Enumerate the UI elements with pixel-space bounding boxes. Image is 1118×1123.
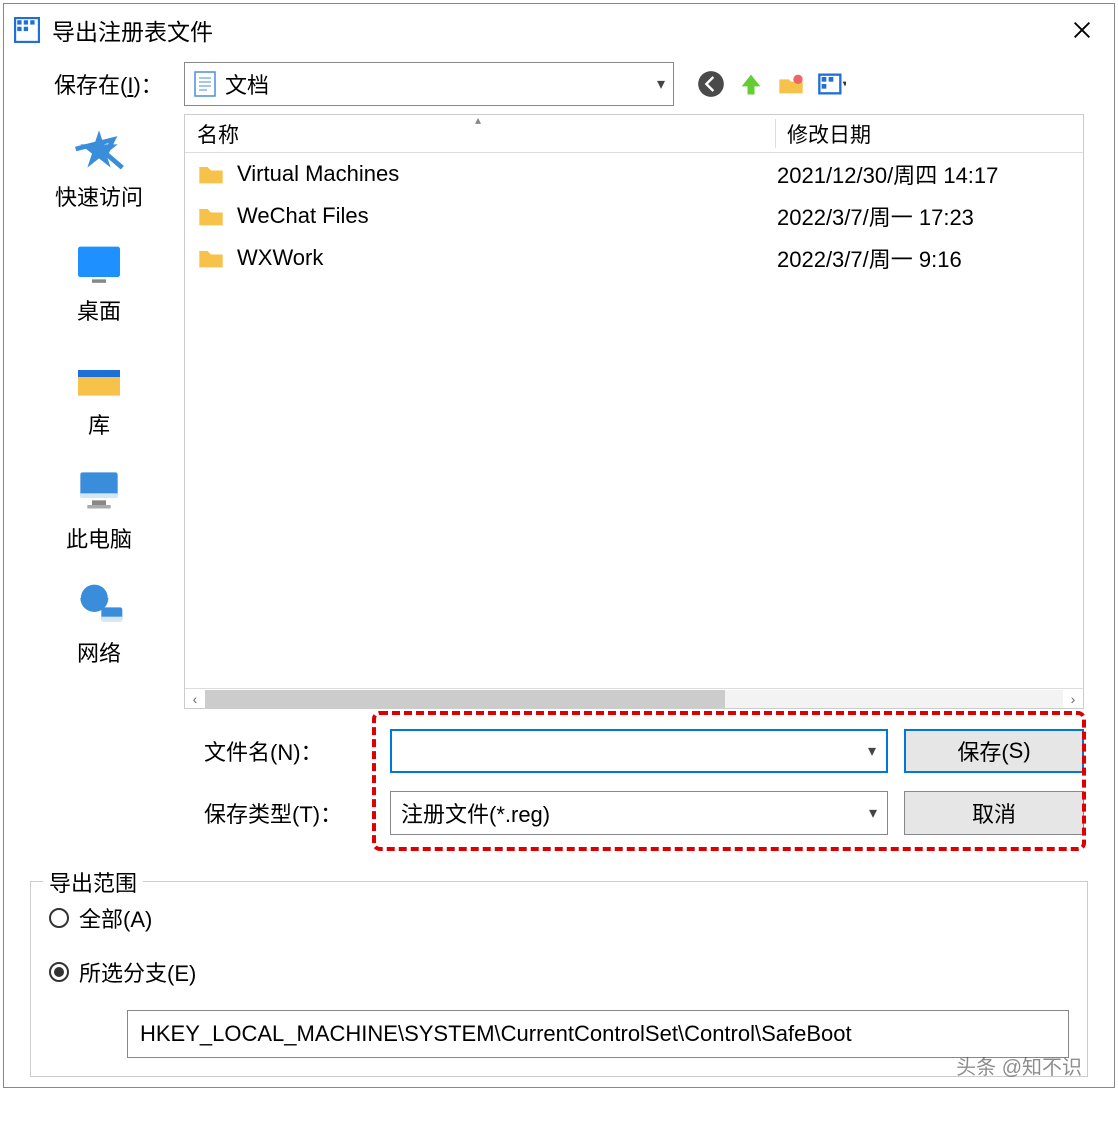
file-list-pane: ▴ 名称 修改日期 Virtual Machines 2021/12/30/周四… [184, 114, 1084, 709]
file-date: 2021/12/30/周四 14:17 [777, 158, 1071, 190]
back-icon[interactable] [696, 69, 726, 99]
sidebar-item-desktop[interactable]: 桌面 [70, 238, 128, 326]
file-name: Virtual Machines [237, 161, 777, 187]
thispc-icon [70, 466, 128, 516]
scroll-left-icon[interactable]: ‹ [185, 691, 205, 707]
folder-icon [197, 204, 225, 228]
cancel-button[interactable]: 取消 [904, 791, 1084, 835]
filetype-label: 保存类型(T)： [204, 797, 374, 829]
nav-toolbar [696, 69, 846, 99]
scroll-thumb[interactable] [205, 690, 725, 708]
horizontal-scrollbar[interactable]: ‹ › [185, 688, 1083, 708]
location-combo[interactable]: 文档 ▾ [184, 62, 674, 106]
chevron-down-icon: ▾ [868, 741, 876, 761]
chevron-down-icon: ▾ [657, 74, 665, 94]
titlebar: 导出注册表文件 [4, 4, 1114, 56]
list-item[interactable]: Virtual Machines 2021/12/30/周四 14:17 [185, 153, 1083, 195]
sidebar-label-thispc: 此电脑 [66, 522, 132, 554]
radio-icon [49, 962, 69, 982]
folder-icon [197, 162, 225, 186]
libraries-icon [70, 352, 128, 402]
new-folder-icon[interactable] [776, 69, 806, 99]
location-row: 保存在(I)： 文档 ▾ [4, 56, 1114, 112]
sidebar-label-libraries: 库 [88, 408, 110, 440]
quickaccess-icon [70, 124, 128, 174]
file-name: WXWork [237, 245, 777, 271]
export-range-group: 导出范围 全部(A) 所选分支(E) HKEY_LOCAL_MACHINE\SY… [30, 881, 1088, 1077]
places-sidebar: 快速访问 桌面 库 此电脑 网络 [14, 112, 184, 709]
sidebar-label-desktop: 桌面 [77, 294, 121, 326]
radio-icon [49, 908, 69, 928]
desktop-icon [70, 238, 128, 288]
chevron-down-icon: ▾ [869, 803, 877, 823]
branch-path-value: HKEY_LOCAL_MACHINE\SYSTEM\CurrentControl… [140, 1021, 852, 1047]
branch-path-input[interactable]: HKEY_LOCAL_MACHINE\SYSTEM\CurrentControl… [127, 1010, 1069, 1058]
app-icon [14, 17, 40, 43]
radio-selected-branch[interactable]: 所选分支(E) [49, 956, 1069, 988]
filename-input[interactable]: ▾ [390, 729, 888, 773]
filename-label: 文件名(N)： [204, 735, 374, 767]
save-button[interactable]: 保存(S) [904, 729, 1084, 773]
filetype-value: 注册文件(*.reg) [401, 797, 550, 829]
sidebar-label-network: 网络 [77, 636, 121, 668]
file-list[interactable]: Virtual Machines 2021/12/30/周四 14:17 WeC… [185, 153, 1083, 688]
save-controls: 文件名(N)： ▾ 保存(S) 保存类型(T)： 注册文件(*.reg) ▾ 取… [4, 709, 1114, 863]
filetype-combo[interactable]: 注册文件(*.reg) ▾ [390, 791, 888, 835]
radio-all-label: 全部(A) [79, 902, 152, 934]
radio-selected-label: 所选分支(E) [79, 956, 196, 988]
file-date: 2022/3/7/周一 17:23 [777, 200, 1071, 232]
file-date: 2022/3/7/周一 9:16 [777, 242, 1071, 274]
window-title: 导出注册表文件 [52, 13, 1060, 47]
sidebar-item-quickaccess[interactable]: 快速访问 [55, 124, 143, 212]
scroll-right-icon[interactable]: › [1063, 691, 1083, 707]
document-icon [193, 70, 217, 98]
sidebar-item-libraries[interactable]: 库 [70, 352, 128, 440]
file-list-header: ▴ 名称 修改日期 [185, 115, 1083, 153]
sort-indicator-icon: ▴ [475, 113, 481, 127]
location-label: 保存在(I)： [54, 68, 174, 100]
network-icon [70, 580, 128, 630]
up-icon[interactable] [736, 69, 766, 99]
list-item[interactable]: WeChat Files 2022/3/7/周一 17:23 [185, 195, 1083, 237]
file-name: WeChat Files [237, 203, 777, 229]
export-range-legend: 导出范围 [43, 866, 143, 898]
watermark: 头条 @知不识 [956, 1051, 1082, 1080]
sidebar-item-thispc[interactable]: 此电脑 [66, 466, 132, 554]
column-date[interactable]: 修改日期 [775, 119, 1083, 149]
radio-all[interactable]: 全部(A) [49, 902, 1069, 934]
sidebar-label-quickaccess: 快速访问 [55, 180, 143, 212]
sidebar-item-network[interactable]: 网络 [70, 580, 128, 668]
location-value: 文档 [225, 68, 657, 100]
export-dialog: 导出注册表文件 保存在(I)： 文档 ▾ 快速访问 [3, 3, 1115, 1088]
list-item[interactable]: WXWork 2022/3/7/周一 9:16 [185, 237, 1083, 279]
folder-icon [197, 246, 225, 270]
close-icon[interactable] [1060, 8, 1104, 52]
views-icon[interactable] [816, 69, 846, 99]
